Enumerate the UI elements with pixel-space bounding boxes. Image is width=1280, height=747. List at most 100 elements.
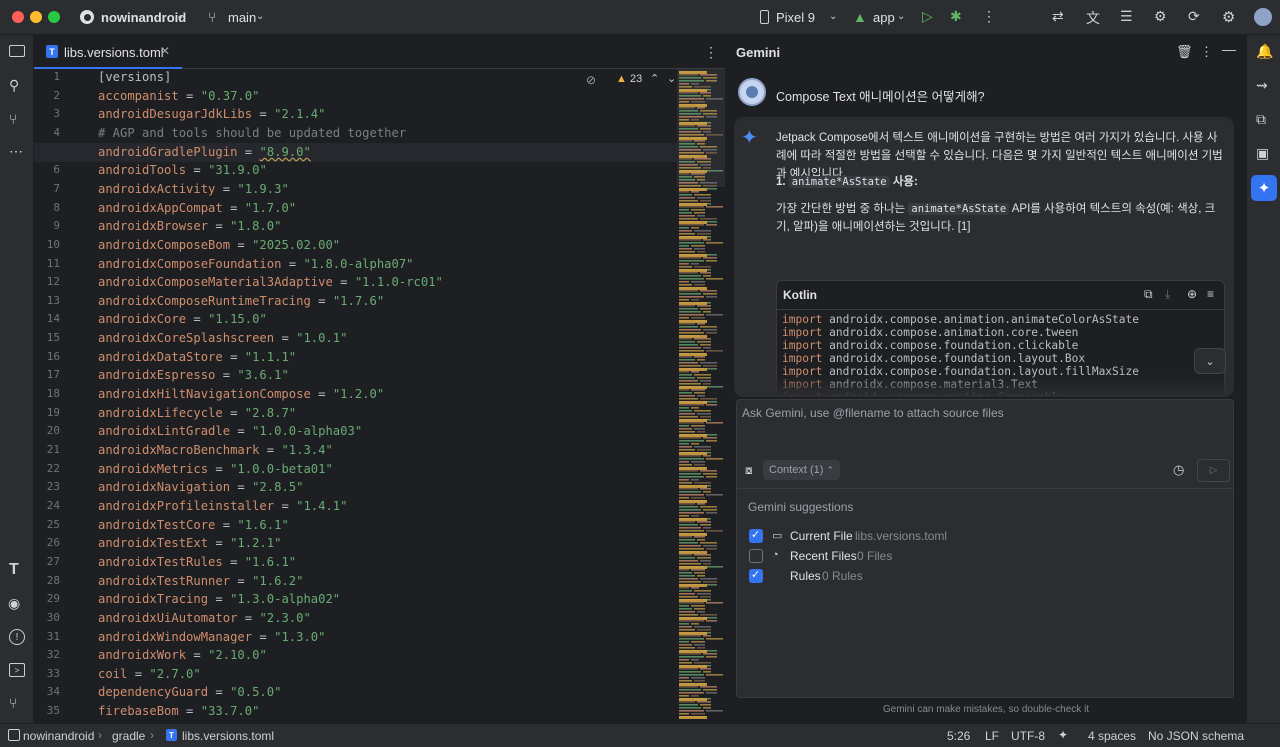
code-line: androidxUiAutomator = "2.3.0" — [98, 610, 311, 625]
device-selector[interactable]: Pixel 9 — [776, 10, 815, 25]
suggestion-current-file[interactable]: ✓ ▭ Current File libs.versions.toml — [749, 528, 1219, 548]
structure-icon[interactable]: ⚲ — [9, 77, 19, 94]
branch-selector[interactable]: main — [228, 10, 256, 25]
more-options-icon[interactable]: ⋮ — [982, 8, 996, 25]
breadcrumb-file[interactable]: libs.versions.toml — [182, 729, 274, 743]
previous-highlight-icon[interactable]: ⌃ — [650, 72, 659, 85]
code-line: androidxComposeMaterial3Adaptive = "1.1.… — [98, 275, 443, 290]
chevron-right-icon: › — [98, 728, 102, 742]
android-robot-icon[interactable]: ◉ — [8, 595, 20, 612]
gradle-icon[interactable]: ⇝ — [1256, 77, 1268, 94]
commit-icon[interactable]: ⑂ — [9, 111, 17, 127]
new-file-icon[interactable]: ⊕ — [1187, 287, 1197, 301]
suggestion-recent-files[interactable]: ◔ Recent Files 0 Files — [749, 548, 1219, 568]
device-manager-icon[interactable]: ⟳ — [1188, 8, 1200, 25]
tab-libs-versions-toml[interactable]: T libs.versions.toml ✕ — [34, 35, 182, 69]
debug-icon[interactable]: ✱ — [950, 8, 962, 25]
fade-overlay — [734, 375, 1234, 397]
code-line: androidxTracing = "1.3.0-alpha02" — [98, 592, 341, 607]
line-number: 26 — [46, 536, 60, 550]
breadcrumb-folder[interactable]: gradle — [112, 729, 145, 743]
user-avatar — [738, 78, 766, 106]
next-highlight-icon[interactable]: ⌄ — [667, 72, 676, 85]
code-area[interactable]: [versions] accompanist = "0.37.0" androidD… — [98, 69, 678, 723]
line-separator[interactable]: LF — [985, 729, 999, 743]
json-schema[interactable]: No JSON schema — [1148, 729, 1244, 743]
chevron-down-icon[interactable]: ⌄ — [897, 11, 905, 22]
code-line: androidxMetrics = "1.0.0-beta01" — [98, 461, 333, 476]
checkbox[interactable] — [749, 549, 763, 563]
code-line: androidGradlePlugin = "8.9.0" — [98, 144, 311, 159]
close-window-button[interactable] — [12, 11, 24, 23]
line-number: 1 — [53, 70, 60, 83]
problems-icon[interactable]: ! — [9, 629, 25, 645]
code-line: androidxComposeRuntimeTracing = "1.7.6" — [98, 293, 385, 308]
run-config-selector[interactable]: app — [873, 10, 895, 25]
history-icon[interactable]: ◷ — [1173, 462, 1184, 478]
file-encoding[interactable]: UTF-8 — [1011, 729, 1045, 743]
line-number: 19 — [46, 405, 60, 419]
line-number: 11 — [46, 256, 60, 270]
gemini-status-icon[interactable]: ✦ — [1058, 728, 1068, 742]
sync-gradle-icon[interactable]: ⇄ — [1052, 8, 1064, 25]
checkbox[interactable]: ✓ — [749, 569, 763, 583]
suggestion-label: Recent Files — [790, 549, 857, 563]
tab-options-icon[interactable]: ⋮ — [704, 44, 718, 61]
chevron-down-icon[interactable]: ⌄ — [256, 11, 264, 22]
explain-code-icon[interactable]: ≡ — [1207, 287, 1214, 301]
code-line: androidxMacroBenchmark = "1.3.4" — [98, 443, 333, 457]
insert-at-caret-icon[interactable]: ⤓ — [1165, 287, 1170, 302]
section-paragraph: 가장 간단한 방법 중 하나는 animate*AsState API를 사용하… — [776, 200, 1226, 236]
code-line: androidxAppCompat = "1.7.0" — [98, 200, 297, 215]
avatar[interactable] — [1254, 8, 1272, 26]
caret-position[interactable]: 5:26 — [947, 729, 970, 743]
line-number: 33 — [46, 666, 60, 680]
code-line: dependencyGuard = "0.5.0" — [98, 685, 282, 700]
panel-options-icon[interactable]: ⋮ — [1200, 44, 1213, 60]
breadcrumb-project[interactable]: nowinandroid — [23, 729, 94, 743]
code-line: coil = "2.7.0" — [98, 666, 201, 681]
indent-setting[interactable]: 4 spaces — [1088, 729, 1136, 743]
send-button[interactable]: ▷ — [1197, 459, 1230, 482]
copy-icon[interactable]: ⧉ — [1144, 287, 1153, 302]
minimize-panel-icon[interactable]: — — [1222, 41, 1236, 57]
trash-icon[interactable]: 🗑 — [1176, 44, 1193, 60]
resource-manager-icon[interactable]: T — [9, 561, 19, 579]
code-line: androidxProfileinstaller = "1.4.1" — [98, 498, 348, 513]
sdk-manager-icon[interactable]: ☰ — [1120, 8, 1133, 25]
more-tools-icon[interactable]: ⋯ — [9, 143, 23, 160]
line-number: 2 — [53, 88, 60, 102]
checkbox[interactable]: ✓ — [749, 529, 763, 543]
suggestion-detail: 0 Files — [857, 549, 893, 563]
code-line: androidxActivity = "1.9.3" — [98, 181, 289, 196]
chevron-down-icon[interactable]: ⌄ — [829, 11, 837, 22]
line-number: 30 — [46, 610, 60, 624]
scroll-down-icon[interactable]: ⌄ — [1194, 348, 1226, 374]
minimize-window-button[interactable] — [30, 11, 42, 23]
settings-gear-icon[interactable]: ⚙ — [1222, 8, 1235, 26]
running-devices-icon[interactable]: ▣ — [1256, 145, 1269, 162]
project-folder-icon[interactable] — [9, 45, 25, 57]
translate-icon[interactable]: 文 — [1086, 8, 1100, 28]
notifications-icon[interactable]: 🔔 — [1256, 43, 1273, 60]
recent-files-icon: ◔ — [772, 549, 779, 561]
attach-image-icon[interactable]: ⧇ — [745, 463, 753, 478]
code-line: androidxLifecycle = "2.8.7" — [98, 405, 297, 420]
chevron-down-icon[interactable]: ⌄ — [176, 11, 184, 22]
suggestion-rules[interactable]: ✓ Rules 0 Rules — [749, 568, 1219, 588]
version-control-icon[interactable]: ⑂ — [9, 695, 17, 711]
close-tab-icon[interactable]: ✕ — [160, 44, 170, 58]
reader-mode-icon[interactable]: ⊘ — [586, 73, 596, 87]
code-line: androidxTestRules = "1.6.1" — [98, 554, 297, 569]
device-explorer-icon[interactable]: ⧉ — [1256, 111, 1266, 128]
code-minimap[interactable] — [677, 69, 725, 723]
chat-input[interactable]: Ask Gemini, use @filename to attach sour… — [742, 406, 1004, 420]
run-icon[interactable]: ▷ — [922, 8, 933, 25]
project-selector[interactable]: nowinandroid — [101, 10, 186, 25]
gemini-toggle-icon[interactable]: ✦ — [1251, 175, 1277, 201]
warnings-count[interactable]: 23 — [630, 73, 642, 85]
terminal-icon[interactable]: > — [9, 663, 25, 677]
context-button[interactable]: Context (1) ⌃ — [763, 460, 841, 480]
zoom-window-button[interactable] — [48, 11, 60, 23]
app-inspection-icon[interactable]: ⚙ — [1154, 8, 1167, 25]
